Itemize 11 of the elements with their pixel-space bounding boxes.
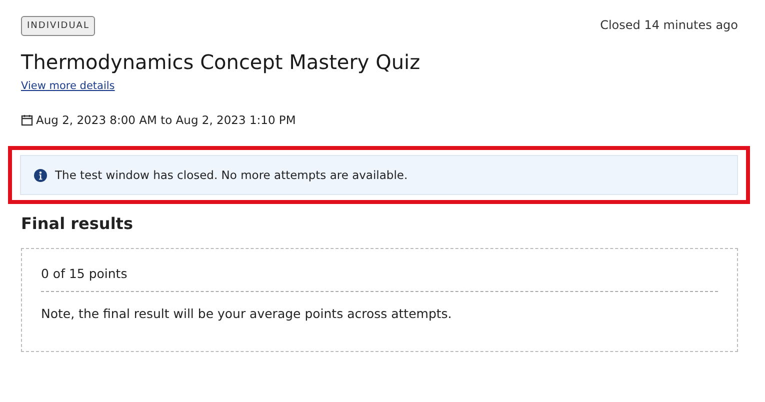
section-heading: Final results (21, 214, 134, 233)
type-badge: INDIVIDUAL (21, 16, 96, 36)
info-icon (34, 168, 47, 182)
status-text: Closed 14 minutes ago (600, 17, 738, 32)
score-text: 0 of 15 points (41, 266, 718, 292)
date-range: Aug 2, 2023 8:00 AM to Aug 2, 2023 1:10 PM (36, 113, 296, 127)
quiz-title: Thermodynamics Concept Mastery Quiz (21, 50, 422, 74)
details-link[interactable]: View more details (21, 80, 115, 92)
note-text: Note, the final result will be your average points across attempts. (41, 306, 453, 321)
alert-text: The test window has closed. No more attempts are available. (55, 168, 408, 182)
calendar-icon (21, 114, 33, 126)
